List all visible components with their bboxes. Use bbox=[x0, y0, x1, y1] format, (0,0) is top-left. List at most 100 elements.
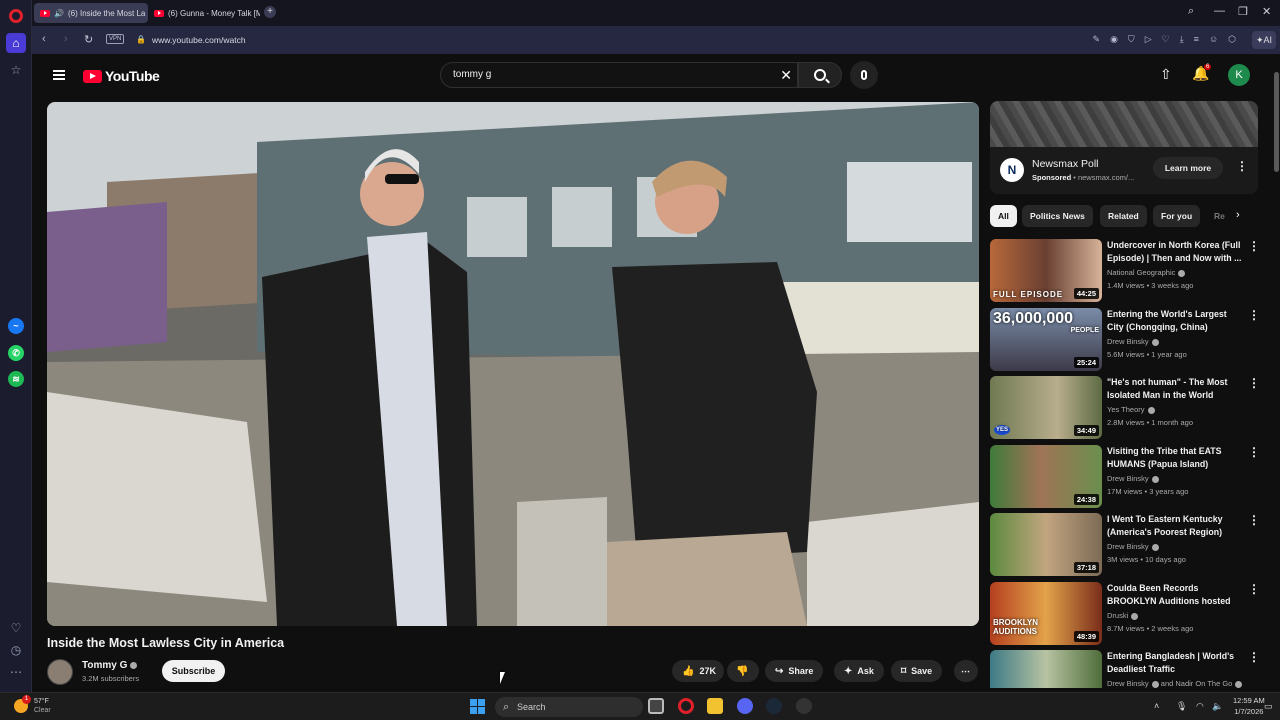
video-thumbnail[interactable]: YES 34:49 bbox=[990, 376, 1102, 439]
notification-center-icon[interactable]: ▭ bbox=[1264, 701, 1273, 712]
ad-title[interactable]: Newsmax Poll bbox=[1032, 158, 1099, 170]
windows-start-icon[interactable] bbox=[470, 699, 485, 714]
download-icon[interactable]: ⤓ bbox=[1180, 34, 1184, 45]
sponsored-ad[interactable]: N Newsmax Poll Sponsored • newsmax.com/.… bbox=[990, 101, 1258, 194]
rec-menu-icon[interactable]: ⋮ bbox=[1248, 582, 1260, 596]
video-thumbnail[interactable]: 36,000,000 PEOPLE 25:24 bbox=[990, 308, 1102, 371]
list-item[interactable]: 36,000,000 PEOPLE 25:24 Entering the Wor… bbox=[990, 308, 1260, 372]
star-icon[interactable]: ☆ bbox=[6, 60, 26, 80]
forward-icon[interactable]: › bbox=[64, 33, 68, 45]
new-tab-button[interactable]: + bbox=[264, 6, 276, 18]
search-input[interactable] bbox=[453, 69, 753, 80]
close-window-icon[interactable]: ✕ bbox=[1262, 5, 1271, 18]
list-item[interactable]: Entering Bangladesh | World's Deadliest … bbox=[990, 650, 1260, 688]
app-icon[interactable] bbox=[796, 698, 812, 714]
ask-button[interactable]: ✦ Ask bbox=[834, 660, 884, 682]
speaker-icon[interactable]: 🔊 bbox=[54, 9, 64, 18]
rec-channel[interactable]: Druski bbox=[1107, 611, 1139, 620]
back-icon[interactable]: ‹ bbox=[42, 33, 46, 45]
video-thumbnail[interactable]: 37:18 bbox=[990, 513, 1102, 576]
voice-search-button[interactable] bbox=[850, 61, 878, 89]
more-actions-button[interactable]: ⋯ bbox=[954, 660, 978, 682]
reload-icon[interactable]: ↻ bbox=[84, 33, 93, 46]
dislike-button[interactable]: 👎 bbox=[727, 660, 759, 682]
search-button[interactable] bbox=[798, 62, 842, 88]
extensions-icon[interactable]: ⬡ bbox=[1228, 34, 1236, 45]
rec-menu-icon[interactable]: ⋮ bbox=[1248, 308, 1260, 322]
rec-channel[interactable]: National Geographic bbox=[1107, 268, 1186, 277]
rec-title[interactable]: Entering the World's Largest City (Chong… bbox=[1107, 308, 1245, 333]
minimize-icon[interactable]: — bbox=[1214, 5, 1225, 17]
file-explorer-icon[interactable] bbox=[707, 698, 723, 714]
rec-title[interactable]: Visiting the Tribe that EATS HUMANS (Pap… bbox=[1107, 445, 1245, 470]
weather-widget[interactable]: 1 57°F Clear bbox=[14, 695, 51, 715]
video-thumbnail[interactable] bbox=[990, 650, 1102, 688]
video-thumbnail[interactable]: 24:38 bbox=[990, 445, 1102, 508]
lock-icon[interactable]: 🔒 bbox=[136, 35, 146, 44]
subscribe-button[interactable]: Subscribe bbox=[162, 660, 225, 682]
learn-more-button[interactable]: Learn more bbox=[1153, 157, 1223, 179]
restore-icon[interactable]: ❐ bbox=[1238, 5, 1248, 18]
save-button[interactable]: ⌑ Save bbox=[891, 660, 943, 682]
tab-inside-lawless-city[interactable]: 🔊 (6) Inside the Most La bbox=[34, 3, 148, 23]
video-player[interactable] bbox=[47, 102, 979, 626]
clock[interactable]: 12:59 AM 1/7/2026 bbox=[1233, 695, 1265, 717]
rec-menu-icon[interactable]: ⋮ bbox=[1248, 650, 1260, 664]
task-view-icon[interactable] bbox=[648, 698, 664, 714]
home-icon[interactable]: ⌂ bbox=[6, 33, 26, 53]
microphone-tray-icon[interactable]: 🎙 bbox=[1176, 701, 1187, 712]
rec-title[interactable]: I Went To Eastern Kentucky (America's Po… bbox=[1107, 513, 1245, 538]
channel-avatar[interactable] bbox=[47, 659, 73, 685]
rec-menu-icon[interactable]: ⋮ bbox=[1248, 445, 1260, 459]
heart-icon[interactable]: ♡ bbox=[6, 618, 26, 638]
vpn-badge[interactable]: VPN bbox=[106, 34, 125, 44]
spotify-icon[interactable]: ≋ bbox=[8, 371, 24, 387]
create-upload-icon[interactable]: ⇧ bbox=[1160, 66, 1172, 83]
tab-gunna-money-talk[interactable]: (6) Gunna - Money Talk [M bbox=[148, 3, 260, 23]
opera-logo-icon[interactable] bbox=[9, 9, 23, 23]
url-field[interactable]: www.youtube.com/watch bbox=[152, 35, 246, 45]
tab-search-icon[interactable]: ⌕ bbox=[1188, 5, 1194, 18]
history-icon[interactable]: ◷ bbox=[6, 640, 26, 660]
video-thumbnail[interactable]: FULL EPISODE 44:25 bbox=[990, 239, 1102, 302]
rec-channel[interactable]: Drew Binsky bbox=[1107, 474, 1159, 483]
rec-menu-icon[interactable]: ⋮ bbox=[1248, 239, 1260, 253]
tray-chevron-icon[interactable]: ˄ bbox=[1154, 701, 1159, 711]
clear-search-icon[interactable]: ✕ bbox=[780, 67, 792, 84]
channel-name[interactable]: Tommy G bbox=[82, 660, 138, 671]
wifi-icon[interactable]: ◠ bbox=[1196, 701, 1204, 712]
camera-icon[interactable]: ◉ bbox=[1110, 34, 1118, 45]
account-avatar[interactable]: K bbox=[1228, 64, 1250, 86]
heart-icon[interactable]: ♡ bbox=[1162, 34, 1170, 45]
discord-icon[interactable] bbox=[737, 698, 753, 714]
video-thumbnail[interactable]: BROOKLYN AUDITIONS 48:39 bbox=[990, 582, 1102, 645]
shield-icon[interactable]: ⛉ bbox=[1128, 34, 1135, 45]
rec-channel[interactable]: Drew Binsky bbox=[1107, 337, 1159, 346]
volume-icon[interactable]: 🔈 bbox=[1212, 701, 1223, 712]
list-item[interactable]: YES 34:49 "He's not human" - The Most Is… bbox=[990, 376, 1260, 440]
opera-taskbar-icon[interactable] bbox=[678, 698, 694, 714]
rec-title[interactable]: "He's not human" - The Most Isolated Man… bbox=[1107, 376, 1245, 401]
steam-icon[interactable] bbox=[766, 698, 782, 714]
ai-button[interactable]: ✦AI bbox=[1251, 31, 1276, 49]
profile-icon[interactable]: ☺ bbox=[1209, 34, 1218, 45]
rec-channel[interactable]: Drew Binsky and Nadir On The Go bbox=[1107, 679, 1243, 688]
more-icon[interactable]: ⋯ bbox=[6, 662, 26, 682]
list-item[interactable]: BROOKLYN AUDITIONS 48:39 Coulda Been Rec… bbox=[990, 582, 1260, 646]
chip-politics-news[interactable]: Politics News bbox=[1022, 205, 1093, 227]
ad-banner-image[interactable] bbox=[990, 101, 1258, 147]
chip-related[interactable]: Related bbox=[1100, 205, 1147, 227]
rec-title[interactable]: Coulda Been Records BROOKLYN Auditions h… bbox=[1107, 582, 1245, 607]
chevron-right-icon[interactable]: › bbox=[1236, 209, 1240, 221]
chip-truncated[interactable]: Re bbox=[1206, 205, 1233, 227]
ad-menu-icon[interactable]: ⋮ bbox=[1236, 159, 1248, 173]
like-button[interactable]: 👍 27K bbox=[672, 660, 724, 682]
list-item[interactable]: 24:38 Visiting the Tribe that EATS HUMAN… bbox=[990, 445, 1260, 509]
rec-channel[interactable]: Drew Binsky bbox=[1107, 542, 1159, 551]
chip-all[interactable]: All bbox=[990, 205, 1017, 227]
rec-title[interactable]: Undercover in North Korea (Full Episode)… bbox=[1107, 239, 1245, 264]
rec-channel[interactable]: Yes Theory bbox=[1107, 405, 1155, 414]
edit-icon[interactable]: ✎ bbox=[1093, 34, 1101, 45]
scrollbar-thumb[interactable] bbox=[1274, 72, 1279, 172]
youtube-logo[interactable]: YouTube bbox=[83, 68, 160, 84]
